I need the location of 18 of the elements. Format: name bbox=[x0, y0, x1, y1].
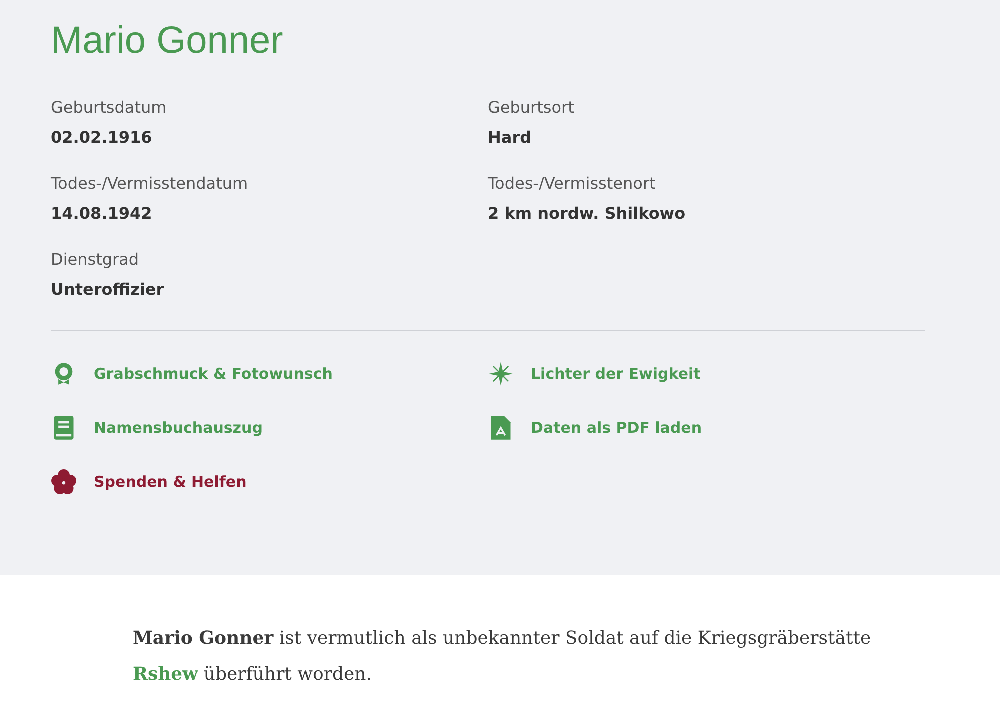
action-link[interactable]: Namensbuchauszug bbox=[94, 416, 263, 440]
field-label: Geburtsort bbox=[488, 97, 576, 119]
action-link[interactable]: Lichter der Ewigkeit bbox=[531, 362, 701, 386]
field-label: Dienstgrad bbox=[51, 249, 140, 271]
action-link[interactable]: Grabschmuck & Fotowunsch bbox=[94, 362, 333, 386]
action-link[interactable]: Daten als PDF laden bbox=[531, 416, 702, 440]
field-value: 14.08.1942 bbox=[51, 203, 154, 225]
field-value: Unteroffizier bbox=[51, 279, 166, 301]
field-label: Todes-/Vermisstendatum bbox=[51, 173, 250, 195]
field-label: Geburtsdatum bbox=[51, 97, 168, 119]
field-label: Todes-/Vermisstenort bbox=[488, 173, 657, 195]
field-value: 2 km nordw. Shilkowo bbox=[488, 203, 687, 225]
field-value: Hard bbox=[488, 127, 533, 149]
person-name: Mario Gonner bbox=[51, 19, 284, 64]
cemetery-link[interactable]: Rshew bbox=[133, 664, 198, 685]
action-link[interactable]: Spenden & Helfen bbox=[94, 470, 247, 494]
burial-note: Mario Gonner ist vermutlich als unbekannter Soldat auf die Kriegsgräberstätte Rshew überführt worden. bbox=[133, 627, 872, 687]
field-value: 02.02.1916 bbox=[51, 127, 154, 149]
